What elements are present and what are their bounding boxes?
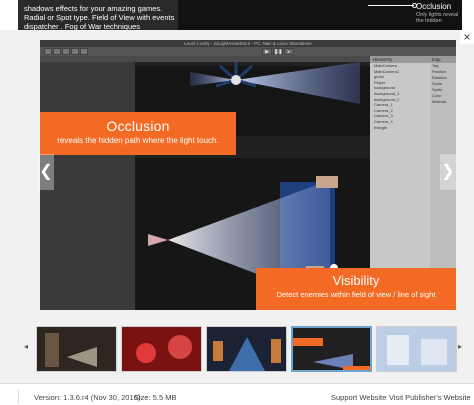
top-strip: shadows effects for your amazing games. …	[0, 0, 474, 30]
thumbnail-5[interactable]	[376, 326, 457, 372]
rotate-tool-icon	[62, 48, 70, 55]
callout-line	[368, 5, 414, 6]
preview-caption: Occlusion	[416, 2, 452, 11]
visibility-description: Detect enemies within field of view / li…	[276, 290, 436, 299]
editor-title: Level 2.unity - 2dLightAssetStore - PC, …	[40, 40, 456, 47]
rect-tool-icon	[80, 48, 88, 55]
brick-block	[316, 176, 338, 188]
visibility-title: Visibility	[332, 273, 380, 288]
asset-store-lightbox: shadows effects for your amazing games. …	[0, 0, 474, 405]
editor-toolbar: ▶ ❚❚ ▸	[40, 47, 456, 56]
occlusion-title: Occlusion	[106, 118, 170, 134]
occlusion-description: reveals the hidden path where the light …	[57, 136, 219, 145]
previous-screenshot-button[interactable]: ❮	[38, 154, 54, 190]
preview-subcaption: Only lights reveal the hidden	[416, 12, 459, 24]
pause-icon: ❚❚	[273, 48, 283, 55]
close-button[interactable]: ×	[460, 30, 474, 44]
hierarchy-item: triangle	[374, 124, 388, 130]
thumbnail-next-button[interactable]: ▸	[458, 342, 462, 351]
thumbnail-1-image	[37, 327, 116, 371]
thumbnail-2-image	[122, 327, 201, 371]
thumbnail-3[interactable]	[206, 326, 287, 372]
thumbnail-2[interactable]	[121, 326, 202, 372]
step-icon: ▸	[284, 48, 294, 55]
thumbnail-strip: ◂ ▸	[0, 318, 474, 380]
play-icon: ▶	[262, 48, 272, 55]
inspector-title: Insp	[430, 56, 456, 63]
thumbnail-3-image	[207, 327, 286, 371]
asset-footer: Version: 1.3.6.r4 (Nov 30, 2016) Size: 5…	[0, 383, 474, 405]
footer-divider	[18, 390, 19, 404]
visibility-caption: Visibility Detect enemies within field o…	[256, 268, 456, 310]
thumbnail-5-image	[377, 327, 456, 371]
light-cone-right	[236, 62, 360, 104]
support-website-link[interactable]: Support Website	[331, 393, 386, 402]
size-info: Size: 5.5 MB	[134, 393, 177, 402]
thumbnail-4-selected[interactable]	[291, 326, 372, 372]
publisher-website-link[interactable]: Visit Publisher's Website	[389, 393, 471, 402]
asset-description: shadows effects for your amazing games. …	[18, 0, 178, 30]
enemy-triangle	[148, 234, 168, 246]
top-preview: Occlusion Only lights reveal the hidden	[178, 0, 462, 30]
occlusion-caption: Occlusion reveals the hidden path where …	[40, 112, 236, 155]
player-sprite	[231, 75, 241, 85]
version-info: Version: 1.3.6.r4 (Nov 30, 2016)	[34, 393, 141, 402]
thumbnail-prev-button[interactable]: ◂	[24, 342, 28, 351]
move-tool-icon	[53, 48, 61, 55]
thumbnail-1[interactable]	[36, 326, 117, 372]
scale-tool-icon	[71, 48, 79, 55]
screenshot-viewer: Level 2.unity - 2dLightAssetStore - PC, …	[40, 40, 456, 310]
hand-tool-icon	[44, 48, 52, 55]
next-screenshot-button[interactable]: ❯	[440, 154, 456, 190]
inspector-item: Material	[432, 99, 447, 104]
hierarchy-title: Hierarchy	[370, 56, 430, 63]
thumbnail-4-image	[293, 328, 370, 370]
